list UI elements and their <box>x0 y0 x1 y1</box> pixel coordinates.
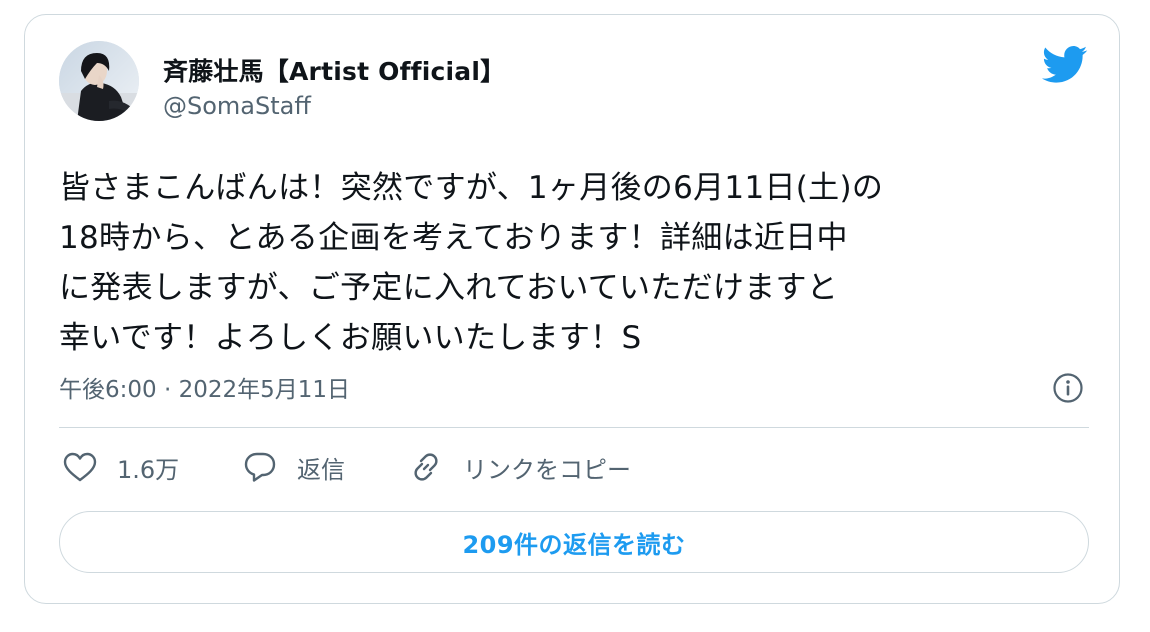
like-button[interactable]: 1.6万 <box>63 448 179 486</box>
tweet-text-line: 皆さまこんばんは！突然ですが、1ヶ月後の6月11日(土)の <box>59 170 884 206</box>
read-replies-button[interactable]: 209件の返信を読む <box>59 511 1089 573</box>
avatar-photo <box>59 41 139 121</box>
copy-link-button[interactable]: リンクをコピー <box>409 448 631 486</box>
twitter-bird-icon[interactable] <box>1042 45 1088 85</box>
reply-label: 返信 <box>297 455 345 484</box>
speech-bubble-icon <box>244 452 276 482</box>
like-count: 1.6万 <box>117 455 180 484</box>
reply-button[interactable]: 返信 <box>243 448 345 486</box>
divider <box>59 427 1089 428</box>
copy-link-label: リンクをコピー <box>463 455 631 484</box>
heart-icon <box>63 452 97 482</box>
info-icon[interactable] <box>1052 372 1084 404</box>
handle[interactable]: @SomaStaff <box>163 92 311 120</box>
tweet-card: 斉藤壮馬【Artist Official】 @SomaStaff 皆さまこんばん… <box>24 14 1120 604</box>
tweet-text-line: に発表しますが、ご予定に入れておいていただけますと <box>59 270 839 306</box>
timestamp-link[interactable]: 午後6:00 · 2022年5月11日 <box>59 370 350 404</box>
tweet-text: 皆さまこんばんは！突然ですが、1ヶ月後の6月11日(土)の 18時から、とある企… <box>59 163 1089 363</box>
avatar[interactable] <box>59 41 139 121</box>
link-icon <box>414 453 438 481</box>
tweet-text-line: 幸いです！よろしくお願いいたします！S <box>59 320 642 356</box>
display-name[interactable]: 斉藤壮馬【Artist Official】 <box>163 52 505 88</box>
tweet-text-line: 18時から、とある企画を考えております！詳細は近日中 <box>59 220 848 256</box>
